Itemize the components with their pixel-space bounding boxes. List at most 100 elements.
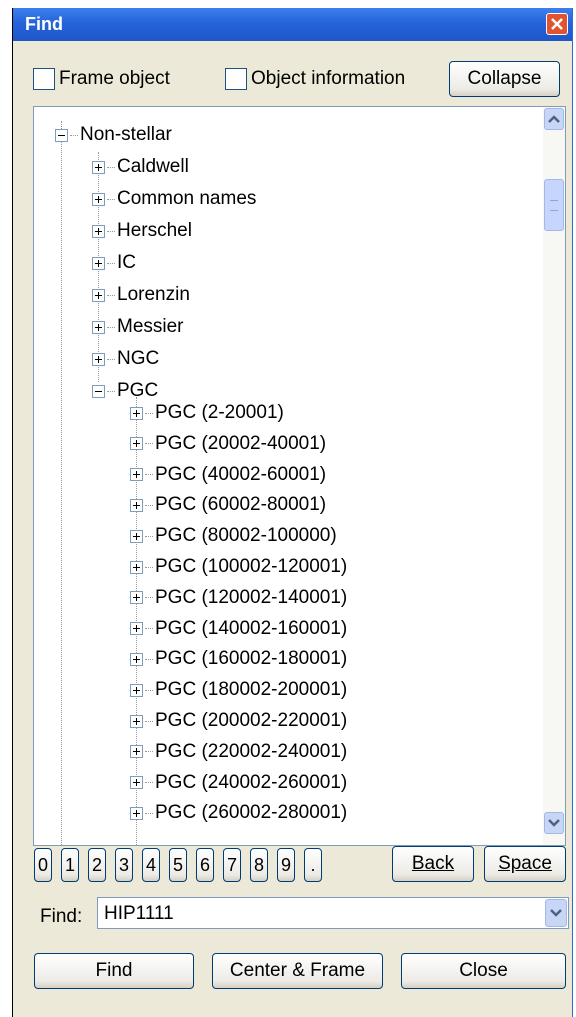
expand-node-icon[interactable] (92, 224, 105, 238)
window-title: Find (25, 14, 63, 34)
space-button[interactable]: Space (484, 846, 566, 882)
tree-node-group[interactable]: Herschel (92, 217, 192, 245)
expand-node-icon[interactable] (130, 745, 143, 759)
tree-node-root[interactable]: Non-stellar (55, 121, 172, 149)
tree-node-pgc-range[interactable]: PGC (60002-80001) (130, 491, 326, 519)
tree-node-label: PGC (20002-40001) (155, 432, 327, 454)
tree-scrollbar[interactable] (543, 107, 565, 845)
expand-node-icon[interactable] (130, 560, 143, 574)
find-dropdown-button[interactable] (545, 899, 567, 927)
tree-node-label: PGC (100002-120001) (155, 556, 348, 577)
tree-node-pgc-range[interactable]: PGC (120002-140001) (130, 584, 347, 612)
tree-node-label: PGC (80002-100000) (155, 525, 337, 547)
tree-node-pgc-range[interactable]: PGC (160002-180001) (130, 645, 347, 673)
keypad-key[interactable]: 5 (169, 848, 187, 882)
expand-node-icon[interactable] (130, 591, 143, 605)
keypad-key[interactable]: 1 (61, 848, 79, 882)
tree-node-label: Common names (117, 188, 257, 209)
scroll-up-button[interactable] (544, 108, 564, 130)
find-input[interactable]: HIP1111 (104, 903, 174, 925)
tree-line (61, 121, 62, 845)
title-bar[interactable]: Find (13, 8, 572, 41)
expand-node-icon[interactable] (130, 806, 143, 820)
frame-object-box[interactable] (33, 68, 55, 90)
center-frame-button[interactable]: Center & Frame (212, 953, 383, 989)
expand-node-icon[interactable] (92, 256, 105, 270)
tree-node-pgc-range[interactable]: PGC (2-20001) (130, 399, 284, 427)
expand-node-icon[interactable] (130, 468, 143, 482)
expand-node-icon[interactable] (130, 529, 143, 543)
close-button[interactable]: Close (401, 953, 566, 989)
expand-node-icon[interactable] (92, 352, 105, 366)
expand-node-icon[interactable] (130, 406, 143, 420)
scroll-thumb[interactable] (544, 179, 564, 231)
tree-node-label: Lorenzin (117, 284, 190, 305)
expand-node-icon[interactable] (92, 160, 105, 174)
tree-node-pgc-range[interactable]: PGC (40002-60001) (130, 461, 326, 489)
tree-node-pgc-range[interactable]: PGC (100002-120001) (130, 553, 347, 581)
object-information-checkbox[interactable]: Object information (225, 68, 405, 90)
expand-node-icon[interactable] (130, 776, 143, 790)
object-tree[interactable]: Non-stellar Caldwell Common names Herschel… (33, 106, 566, 846)
find-label: Find: (40, 906, 83, 927)
scroll-down-button[interactable] (544, 812, 564, 834)
find-combobox[interactable]: HIP1111 (97, 897, 569, 929)
expand-node-icon[interactable] (130, 498, 143, 512)
tree-node-pgc-range[interactable]: PGC (200002-220001) (130, 707, 347, 735)
tree-node-pgc-range[interactable]: PGC (260002-280001) (130, 799, 347, 827)
keypad-key[interactable]: . (304, 848, 322, 882)
tree-node-label: PGC (240002-260001) (155, 771, 348, 793)
tree-node-label: PGC (140002-160001) (155, 617, 348, 639)
tree-node-label: Caldwell (117, 156, 189, 177)
expand-node-icon[interactable] (130, 714, 143, 728)
tree-node-pgc-range[interactable]: PGC (20002-40001) (130, 430, 326, 458)
tree-node-group[interactable]: Caldwell (92, 153, 189, 181)
keypad-key[interactable]: 9 (277, 848, 295, 882)
object-information-label: Object information (251, 68, 406, 89)
keypad-key[interactable]: 8 (250, 848, 268, 882)
expand-node-icon[interactable] (130, 683, 143, 697)
collapse-node-icon[interactable] (55, 128, 68, 142)
tree-node-group[interactable]: Lorenzin (92, 281, 190, 309)
expand-node-icon[interactable] (92, 320, 105, 334)
tree-node-label: PGC (60002-80001) (155, 494, 327, 516)
tree-node-label: PGC (2-20001) (155, 402, 284, 423)
keypad-key[interactable]: 7 (223, 848, 241, 882)
keypad-key[interactable]: 4 (142, 848, 160, 882)
expand-node-icon[interactable] (92, 192, 105, 206)
keypad-key[interactable]: 6 (196, 848, 214, 882)
find-button[interactable]: Find (34, 953, 194, 989)
find-dialog: Find Frame object Object information Col… (12, 8, 573, 1017)
tree-node-pgc-range[interactable]: PGC (180002-200001) (130, 676, 347, 704)
keypad-key[interactable]: 2 (88, 848, 106, 882)
chevron-up-icon (548, 115, 560, 123)
object-information-box[interactable] (225, 68, 247, 90)
tree-node-group[interactable]: NGC (92, 345, 159, 373)
frame-object-checkbox[interactable]: Frame object (33, 68, 170, 90)
tree-node-label: PGC (120002-140001) (155, 586, 348, 608)
tree-node-group[interactable]: Common names (92, 185, 256, 213)
collapse-node-icon[interactable] (92, 384, 105, 398)
tree-node-group[interactable]: IC (92, 249, 136, 277)
keypad-key[interactable]: 0 (34, 848, 52, 882)
close-window-button[interactable] (546, 13, 568, 35)
keypad-key[interactable]: 3 (115, 848, 133, 882)
tree-node-pgc-range[interactable]: PGC (80002-100000) (130, 522, 337, 550)
chevron-down-icon (548, 819, 560, 827)
expand-node-icon[interactable] (92, 288, 105, 302)
expand-node-icon[interactable] (130, 622, 143, 636)
back-label: Back (411, 853, 455, 874)
tree-node-label: PGC (260002-280001) (155, 802, 348, 824)
tree-node-pgc-range[interactable]: PGC (240002-260001) (130, 769, 347, 797)
tree-node-pgc-range[interactable]: PGC (140002-160001) (130, 615, 347, 643)
tree-node-pgc-range[interactable]: PGC (220002-240001) (130, 738, 347, 766)
tree-node-label: PGC (220002-240001) (155, 740, 348, 762)
tree-node-group[interactable]: Messier (92, 313, 184, 341)
collapse-button[interactable]: Collapse (449, 61, 560, 97)
tree-node-label: PGC (40002-60001) (155, 463, 327, 485)
expand-node-icon[interactable] (130, 437, 143, 451)
back-button[interactable]: Back (392, 846, 474, 882)
tree-node-label: Messier (117, 316, 184, 337)
tree-node-label: IC (117, 252, 136, 273)
expand-node-icon[interactable] (130, 652, 143, 666)
